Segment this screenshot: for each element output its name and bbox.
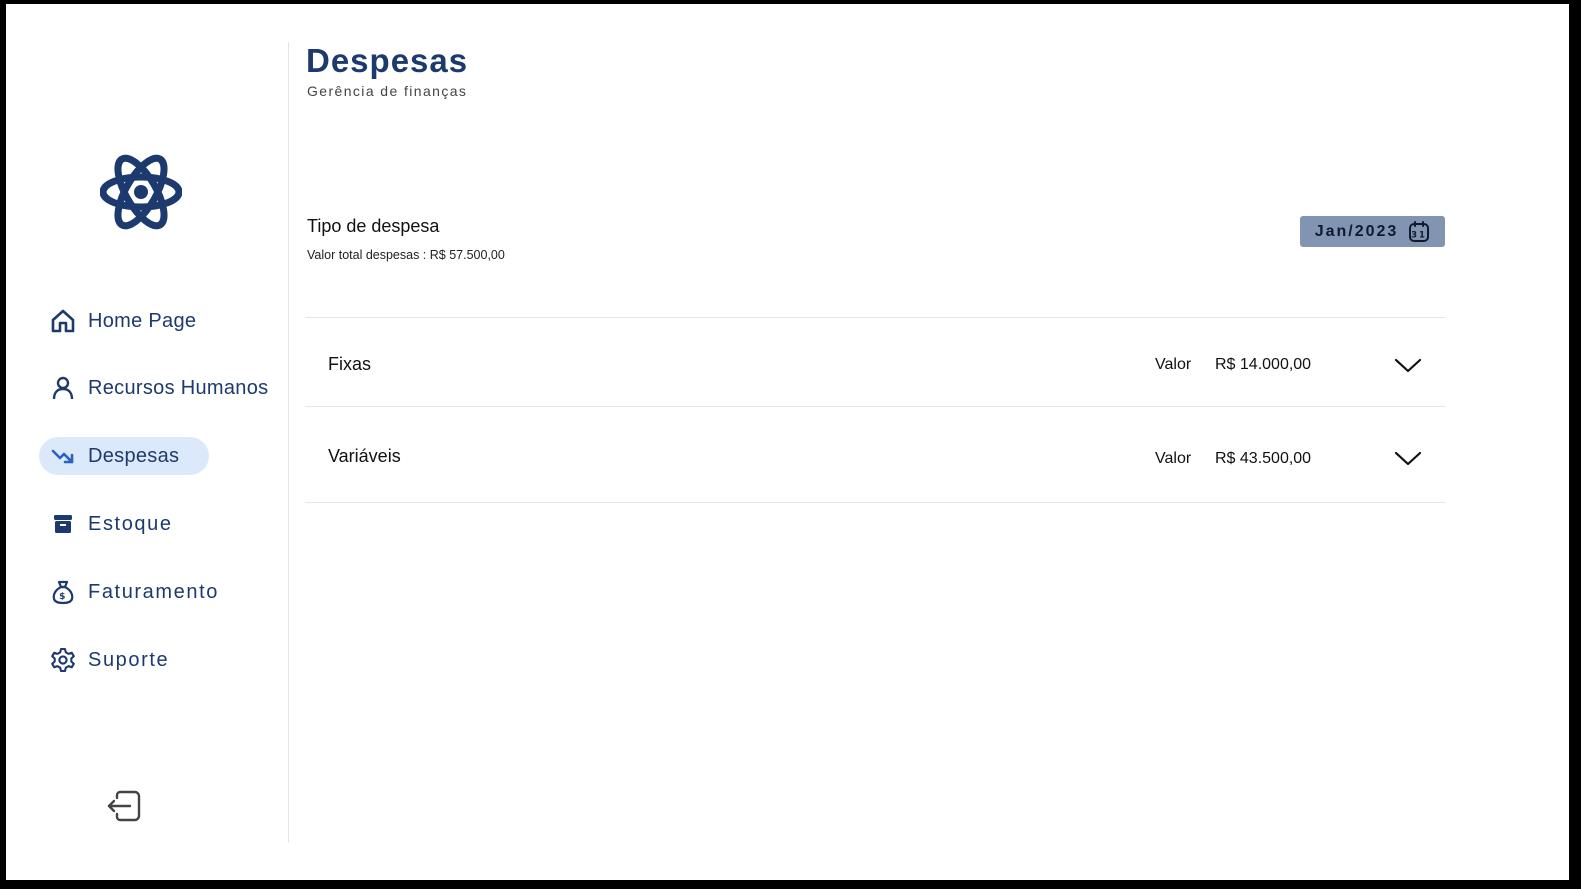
nav-item-label: Estoque (88, 512, 173, 535)
expense-value: R$ 14.000,00 (1215, 356, 1312, 373)
sidebar: Home Page Recursos Humanos Despesas Esto… (6, 4, 288, 880)
date-label: Jan/2023 (1314, 222, 1399, 240)
money-bag-icon: $ (50, 579, 76, 605)
expense-value: R$ 43.500,00 (1215, 450, 1312, 467)
nav-item-estoque[interactable]: Estoque (39, 505, 173, 543)
section-title: Tipo de despesa (307, 216, 440, 236)
nav-item-label: Despesas (88, 444, 180, 467)
atom-logo-icon (99, 154, 183, 230)
logout-icon (106, 790, 142, 826)
nav-item-label: Faturamento (88, 580, 219, 603)
chevron-down-icon[interactable] (1393, 449, 1423, 467)
gear-icon (50, 647, 76, 673)
nav-item-faturamento[interactable]: $ Faturamento (39, 573, 219, 611)
page-subtitle: Gerência de finanças (307, 83, 468, 99)
nav-item-despesas[interactable]: Despesas (39, 437, 209, 475)
calendar-icon-day: 31 (1411, 230, 1427, 240)
calendar-icon: 31 (1408, 220, 1430, 243)
expense-row-fixas[interactable]: Fixas Valor R$ 14.000,00 (305, 318, 1445, 406)
nav-item-label: Home Page (88, 309, 197, 332)
app-window: Home Page Recursos Humanos Despesas Esto… (6, 4, 1569, 880)
nav-item-suporte[interactable]: Suporte (39, 641, 169, 679)
expense-name: Variáveis (328, 446, 401, 466)
expense-row-variaveis[interactable]: Variáveis Valor R$ 43.500,00 (305, 407, 1445, 495)
date-picker-button[interactable]: Jan/2023 31 (1300, 216, 1445, 247)
nav-item-label: Recursos Humanos (88, 376, 269, 399)
nav-item-label: Suporte (88, 648, 170, 671)
expense-value-label: Valor (1155, 356, 1192, 373)
nav-item-home-page[interactable]: Home Page (39, 302, 196, 340)
expense-name: Fixas (328, 354, 372, 374)
divider (305, 502, 1445, 503)
expense-value-label: Valor (1155, 450, 1192, 467)
sidebar-divider (288, 42, 289, 842)
archive-box-icon (50, 511, 76, 537)
trending-down-icon (50, 443, 76, 469)
nav-item-recursos-humanos[interactable]: Recursos Humanos (39, 369, 268, 407)
chevron-down-icon[interactable] (1393, 356, 1423, 374)
page-title: Despesas (306, 42, 469, 79)
logout-button[interactable] (106, 790, 142, 822)
home-icon (50, 308, 76, 334)
expenses-total: Valor total despesas : R$ 57.500,00 (307, 248, 505, 262)
user-icon (50, 375, 76, 401)
svg-text:$: $ (59, 592, 67, 602)
